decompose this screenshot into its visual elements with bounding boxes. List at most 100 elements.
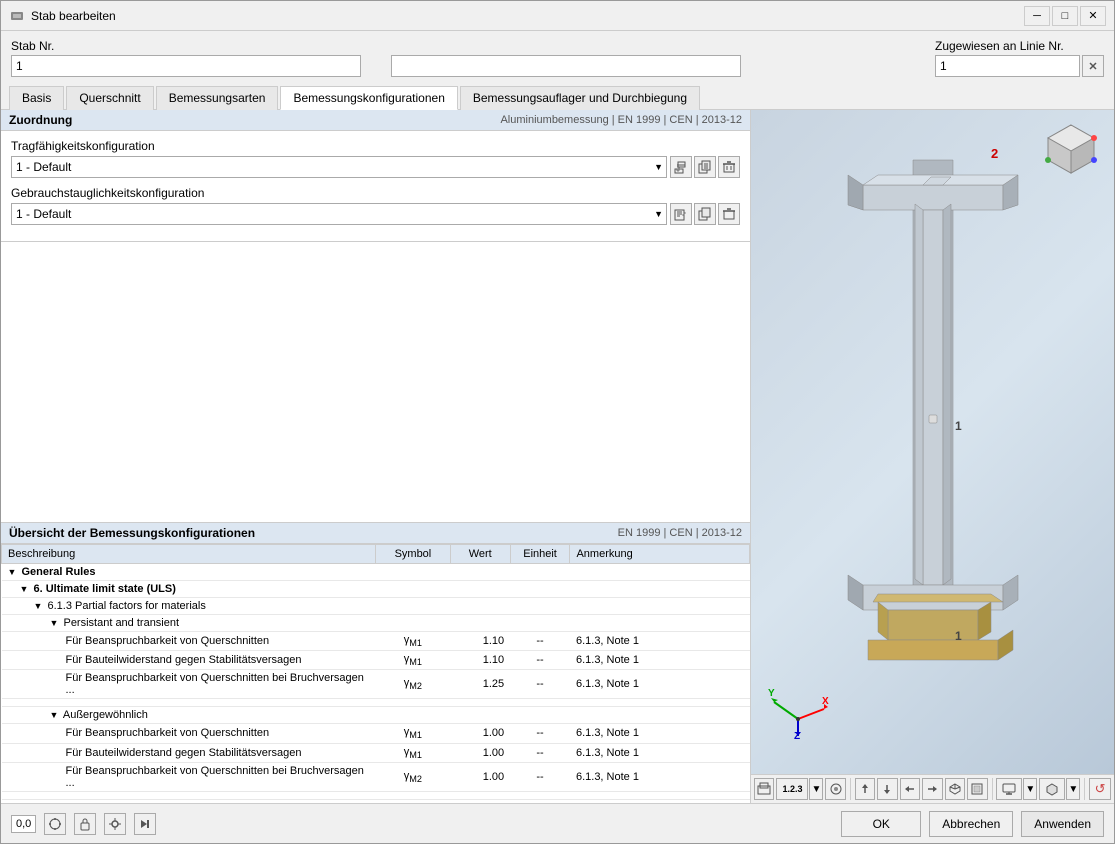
table-row[interactable]: ▼ Außergewöhnlich xyxy=(2,707,750,724)
overview-section: Übersicht der Bemessungskonfigurationen … xyxy=(1,523,750,803)
row-einheit xyxy=(510,564,570,581)
table-row[interactable]: Für Beanspruchbarkeit von Querschnitten … xyxy=(2,632,750,651)
row-symbol: γM2 xyxy=(376,762,451,791)
tragfaehigkeit-select[interactable]: 1 - Default xyxy=(11,156,667,178)
table-row[interactable]: ▼ General Rules xyxy=(2,564,750,581)
linie-input[interactable] xyxy=(935,55,1080,77)
tab-bemessungsarten[interactable]: Bemessungsarten xyxy=(156,86,279,110)
close-button[interactable]: ✕ xyxy=(1080,6,1106,26)
table-row[interactable]: Für Bauteilwiderstand gegen Stabilitätsv… xyxy=(2,651,750,670)
arrow-left-icon xyxy=(903,782,917,796)
row-symbol: γM2 xyxy=(376,670,451,699)
tab-bemessungsauflager[interactable]: Bemessungsauflager und Durchbiegung xyxy=(460,86,700,110)
gebrauch-select[interactable]: 1 - Default xyxy=(11,203,667,225)
table-row[interactable]: ▼ 6. Ultimate limit state (ULS) xyxy=(2,581,750,598)
tab-querschnitt[interactable]: Querschnitt xyxy=(66,86,153,110)
row-wert xyxy=(450,564,510,581)
view-down-btn[interactable] xyxy=(877,778,897,800)
refresh-btn[interactable]: ↺ xyxy=(1089,778,1111,800)
render-btn[interactable] xyxy=(825,778,845,800)
view-iso-btn[interactable] xyxy=(945,778,965,800)
expand-icon: ▼ xyxy=(50,618,59,628)
stab-label: Stab Nr. xyxy=(11,39,381,53)
table-row[interactable]: Für Beanspruchbarkeit von Querschnitten … xyxy=(2,724,750,743)
anwenden-button[interactable]: Anwenden xyxy=(1021,811,1104,837)
row-einheit xyxy=(510,615,570,632)
row-einheit xyxy=(510,707,570,724)
gebrauch-copy-btn[interactable] xyxy=(694,203,716,225)
view-front-btn[interactable] xyxy=(967,778,987,800)
svg-text:X: X xyxy=(822,696,829,707)
model-icon xyxy=(1045,782,1059,796)
row-label: ▼ 6.1.3 Partial factors for materials xyxy=(2,598,376,615)
title-bar-left: Stab bearbeiten xyxy=(9,8,116,24)
row-label: ▼ Persistant and transient xyxy=(2,615,376,632)
model-dropdown-btn[interactable]: ▼ xyxy=(1066,778,1080,800)
tab-basis[interactable]: Basis xyxy=(9,86,64,110)
separator2 xyxy=(992,778,993,800)
svg-text:Z: Z xyxy=(794,731,800,739)
tab-bemessungskonfigurationen[interactable]: Bemessungskonfigurationen xyxy=(280,86,457,110)
zuordnung-title: Zuordnung xyxy=(9,113,72,127)
row-label: Für Beanspruchbarkeit von Querschnitten xyxy=(2,724,376,743)
app-icon xyxy=(9,8,25,24)
table-row[interactable]: ▼ 6.1.3 Partial factors for materials xyxy=(2,598,750,615)
edit-icon2 xyxy=(674,207,688,221)
table-row[interactable]: ▼ Persistant and transient xyxy=(2,615,750,632)
row-einheit xyxy=(510,581,570,598)
separator1 xyxy=(850,778,851,800)
view-right-btn[interactable] xyxy=(922,778,942,800)
view-options-btn[interactable] xyxy=(104,813,126,835)
stab-input-group xyxy=(11,55,381,77)
tragfaehigkeit-delete-btn[interactable] xyxy=(718,156,740,178)
view-home-btn[interactable] xyxy=(754,778,774,800)
cube-widget[interactable] xyxy=(1044,120,1099,175)
numbering-dropdown-btn[interactable]: ▼ xyxy=(809,778,823,800)
expand-icon: ▼ xyxy=(50,710,59,720)
table-row[interactable]: Für Beanspruchbarkeit von Querschnitten … xyxy=(2,762,750,791)
tragfaehigkeit-edit-btn[interactable] xyxy=(670,156,692,178)
table-row[interactable]: Für Beanspruchbarkeit von Querschnitten … xyxy=(2,670,750,699)
minimize-button[interactable]: ─ xyxy=(1024,6,1050,26)
row-label: Für Beanspruchbarkeit von Querschnitten xyxy=(2,632,376,651)
numbering-btn[interactable]: 1.2.3 xyxy=(776,778,808,800)
display-btn[interactable] xyxy=(996,778,1022,800)
node2-label: 2 xyxy=(991,146,998,161)
tragfaehigkeit-row: Tragfähigkeitskonfiguration 1 - Default … xyxy=(11,139,740,178)
table-row[interactable]: Für Bauteilwiderstand gegen Stabilitätsv… xyxy=(2,743,750,762)
maximize-button[interactable]: □ xyxy=(1052,6,1078,26)
row-anmerkung xyxy=(570,581,750,598)
gebrauch-btns xyxy=(670,203,740,225)
zuordnung-norm: Aluminiumbemessung | EN 1999 | CEN | 201… xyxy=(500,114,742,126)
ok-button[interactable]: OK xyxy=(841,811,921,837)
render-icon xyxy=(829,782,843,796)
display-dropdown-btn[interactable]: ▼ xyxy=(1023,778,1037,800)
gebrauch-edit-btn[interactable] xyxy=(670,203,692,225)
tragfaehigkeit-copy-btn[interactable] xyxy=(694,156,716,178)
gebrauch-select-wrapper: 1 - Default ▼ xyxy=(11,203,667,225)
row-symbol xyxy=(376,615,451,632)
expand-icon: ▼ xyxy=(20,584,29,594)
snap-btn[interactable] xyxy=(44,813,66,835)
stab-input[interactable] xyxy=(11,55,361,77)
abbrechen-button[interactable]: Abbrechen xyxy=(929,811,1013,837)
row-wert: 1.00 xyxy=(450,762,510,791)
row-symbol xyxy=(376,564,451,581)
axis-widget: Y X Z xyxy=(766,674,831,739)
linie-clear-button[interactable] xyxy=(1082,55,1104,77)
bottom-right: OK Abbrechen Anwenden xyxy=(841,811,1104,837)
lock-btn[interactable] xyxy=(74,813,96,835)
view-left-btn[interactable] xyxy=(900,778,920,800)
view-up-btn[interactable] xyxy=(855,778,875,800)
bottom-left: 0,0 xyxy=(11,813,156,835)
arrow-down-icon xyxy=(880,782,894,796)
row-anmerkung xyxy=(570,598,750,615)
row-symbol xyxy=(376,598,451,615)
model-view-btn[interactable] xyxy=(1039,778,1065,800)
row-label: ▼ 6. Ultimate limit state (ULS) xyxy=(2,581,376,598)
gebrauch-delete-btn[interactable] xyxy=(718,203,740,225)
row-label: Für Beanspruchbarkeit von Querschnitten … xyxy=(2,762,376,791)
title-bar: Stab bearbeiten ─ □ ✕ xyxy=(1,1,1114,31)
empty-input[interactable] xyxy=(391,55,741,77)
arrow-tools-btn[interactable] xyxy=(134,813,156,835)
